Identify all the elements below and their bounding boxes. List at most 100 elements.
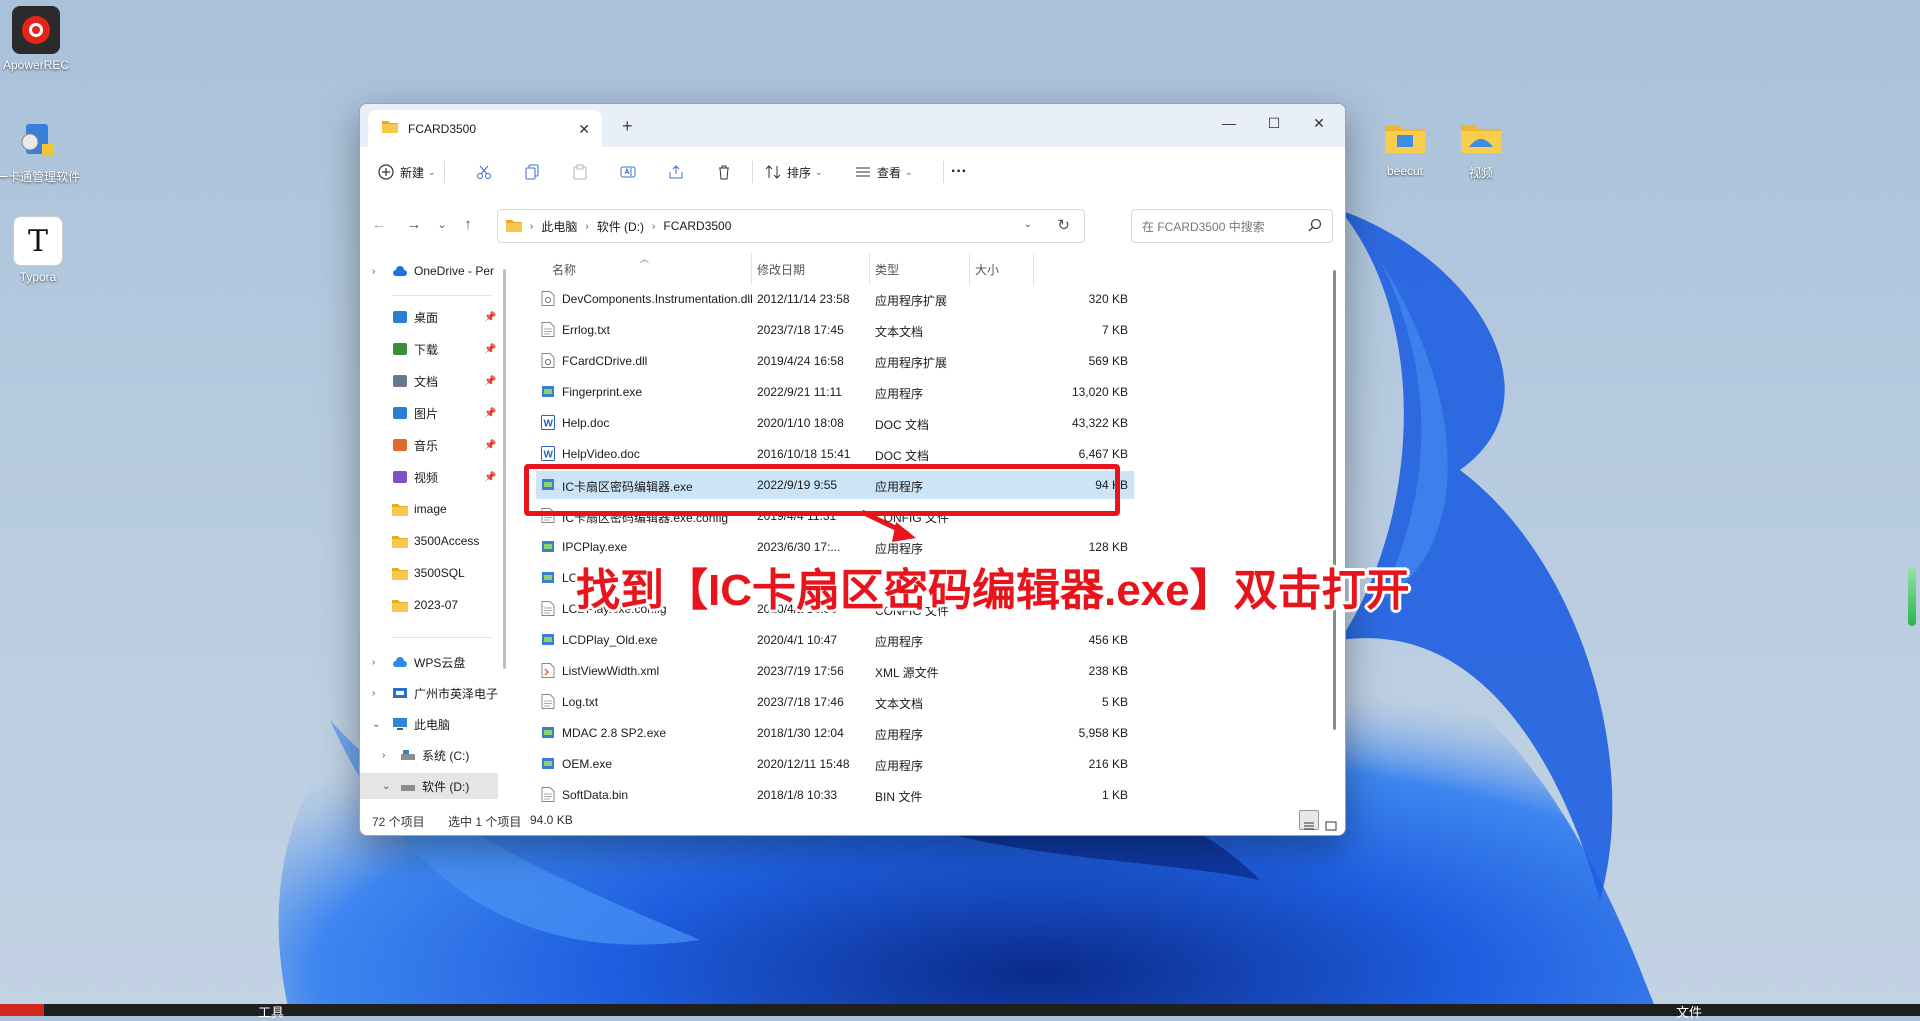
close-tab-icon[interactable]: ✕ [578,121,590,138]
file-row[interactable]: LCDPlay_Old.exe 2020/4/1 10:47 应用程序 456 KB [536,626,1134,654]
sidebar-item-download[interactable]: 下载 📌 [360,336,498,362]
sidebar-item-music[interactable]: 音乐 📌 [360,432,498,458]
sidebar-item-video[interactable]: 视频 📌 [360,464,498,490]
search-box[interactable]: 在 FCARD3500 中搜索 [1131,209,1333,243]
expand-chevron-icon[interactable]: › [372,688,375,699]
forward-button[interactable]: → [403,213,425,235]
column-divider[interactable] [751,253,752,285]
navigation-bar: ← → ⌄ ↑ › 此电脑 › 软件 (D:) › FCARD3500 ⌄ ↻ … [360,197,1345,253]
sidebar-item-label: 图片 [414,406,439,421]
breadcrumb-fcard3500[interactable]: FCARD3500 [663,219,731,233]
column-divider[interactable] [869,253,870,285]
recent-locations-button[interactable]: ⌄ [431,213,453,235]
file-row[interactable]: Errlog.txt 2023/7/18 17:45 文本文档 7 KB [536,316,1134,344]
expand-chevron-icon[interactable]: › [382,750,385,761]
sidebar-item-label: 软件 (D:) [422,779,470,794]
company-icon [392,686,408,700]
column-header-type[interactable]: 类型 [875,253,899,285]
file-row[interactable]: OEM.exe 2020/12/11 15:48 应用程序 216 KB [536,750,1134,778]
expand-chevron-icon[interactable]: › [372,266,375,277]
refresh-icon[interactable]: ↻ [1057,216,1070,234]
expand-chevron-icon[interactable]: ⌄ [382,781,390,792]
desktop-icon-beecut[interactable]: beecut [1363,112,1447,178]
more-options-button[interactable]: ··· [951,147,967,197]
desktop-icon-video[interactable]: 视频 [1439,112,1523,181]
file-row[interactable]: Fingerprint.exe 2022/9/21 11:11 应用程序 13,020… [536,378,1134,406]
file-dll-icon [541,291,555,306]
share-button[interactable] [668,147,684,197]
sidebar-item-desktop[interactable]: 桌面 📌 [360,304,498,330]
column-header-name[interactable]: 名称 [552,253,576,285]
sidebar-item-drive-c[interactable]: › 系统 (C:) [360,742,498,768]
paste-button[interactable] [572,147,588,197]
file-type: XML 源文件 [875,666,939,680]
column-divider[interactable] [969,253,970,285]
desktop-icon-card-software[interactable]: 一卡通管理软件 [0,116,80,185]
breadcrumb-drive-d[interactable]: 软件 (D:) [597,218,644,235]
status-selected-count: 选中 1 个项目 [448,815,522,829]
sidebar-item-folder[interactable]: image [360,496,498,522]
sidebar-scrollbar[interactable] [503,269,506,669]
collapse-chevron-icon[interactable]: ⌄ [372,719,380,730]
cloud-icon [392,655,408,669]
sidebar-item-picture[interactable]: 图片 📌 [360,400,498,426]
file-size: 5 KB [1101,695,1128,709]
taskbar-label-files[interactable]: 文件 [1676,1002,1702,1021]
minimize-button[interactable]: — [1206,108,1252,138]
tiles-view-button[interactable] [1321,810,1341,831]
desktop-icon-apowerrec[interactable]: ApowerREC [0,6,78,72]
sidebar-item-wps[interactable]: › WPS云盘 [360,649,498,675]
sidebar-item-label: 此电脑 [414,717,451,732]
file-row[interactable]: ListViewWidth.xml 2023/7/19 17:56 XML 源文件 2… [536,657,1134,685]
sidebar-item-folder[interactable]: 2023-07 [360,592,498,618]
view-button[interactable]: 查看 ⌄ [855,147,913,197]
file-row[interactable]: MDAC 2.8 SP2.exe 2018/1/30 12:04 应用程序 5,958… [536,719,1134,747]
file-xml-icon [541,663,555,678]
cut-button[interactable] [476,147,492,197]
sidebar-item-label: 系统 (C:) [422,748,470,763]
sidebar-item-company[interactable]: › 广州市英泽电子 [360,680,498,706]
address-bar[interactable]: › 此电脑 › 软件 (D:) › FCARD3500 ⌄ ↻ [497,209,1085,243]
copy-button[interactable] [524,147,540,197]
file-row[interactable]: Log.txt 2023/7/18 17:46 文本文档 5 KB [536,688,1134,716]
breadcrumb-chevron-icon: › [585,220,589,232]
rename-button[interactable] [620,147,636,197]
paste-icon [572,164,588,180]
file-type: 应用程序 [875,728,924,742]
sidebar-item-folder[interactable]: 3500Access [360,528,498,554]
maximize-button[interactable]: ☐ [1251,108,1297,138]
sidebar-item-document[interactable]: 文档 📌 [360,368,498,394]
sidebar-item-folder[interactable]: 3500SQL [360,560,498,586]
file-name: Fingerprint.exe [562,385,643,399]
desktop-icon-typora[interactable]: T Typora [0,216,80,284]
column-divider[interactable] [1033,253,1034,285]
details-view-button[interactable] [1299,810,1319,830]
file-row[interactable]: DevComponents.Instrumentation.dll 2012/11… [536,285,1134,313]
file-date: 2016/10/18 15:41 [757,447,851,461]
tiles-view-icon [1325,820,1337,835]
column-header-size[interactable]: 大小 [975,253,999,285]
chevron-down-icon: ⌄ [815,166,823,177]
breadcrumb-this-pc[interactable]: 此电脑 [541,218,577,235]
expand-chevron-icon[interactable]: › [372,657,375,668]
back-button[interactable]: ← [368,213,390,235]
delete-button[interactable] [716,147,732,197]
column-header-date[interactable]: 修改日期 [757,253,805,285]
pin-icon: 📌 [484,407,497,419]
up-button[interactable]: ↑ [457,213,479,235]
desktop-icon [392,310,408,324]
file-list-scrollbar[interactable] [1333,270,1336,730]
close-window-button[interactable]: ✕ [1296,108,1342,138]
file-row[interactable]: FCardCDrive.dll 2019/4/24 16:58 应用程序扩展 569 … [536,347,1134,375]
file-row[interactable]: SoftData.bin 2018/1/8 10:33 BIN 文件 1 KB [536,781,1134,804]
sidebar-item-drive-d[interactable]: ⌄ 软件 (D:) [360,773,498,799]
new-tab-button[interactable]: + [622,116,633,137]
sort-button[interactable]: 排序 ⌄ [765,147,823,197]
sidebar-item-onedrive[interactable]: › OneDrive - Per [360,258,498,284]
address-dropdown-icon[interactable]: ⌄ [1024,219,1032,230]
new-button[interactable]: 新建 ⌄ [378,147,436,197]
tab-fcard3500[interactable]: FCARD3500 ✕ [368,110,602,147]
taskbar-label-tools[interactable]: 工具 [258,1002,284,1021]
sidebar-item-this-pc[interactable]: ⌄ 此电脑 [360,711,498,737]
file-row[interactable]: W Help.doc 2020/1/10 18:08 DOC 文档 43,322 KB [536,409,1134,437]
